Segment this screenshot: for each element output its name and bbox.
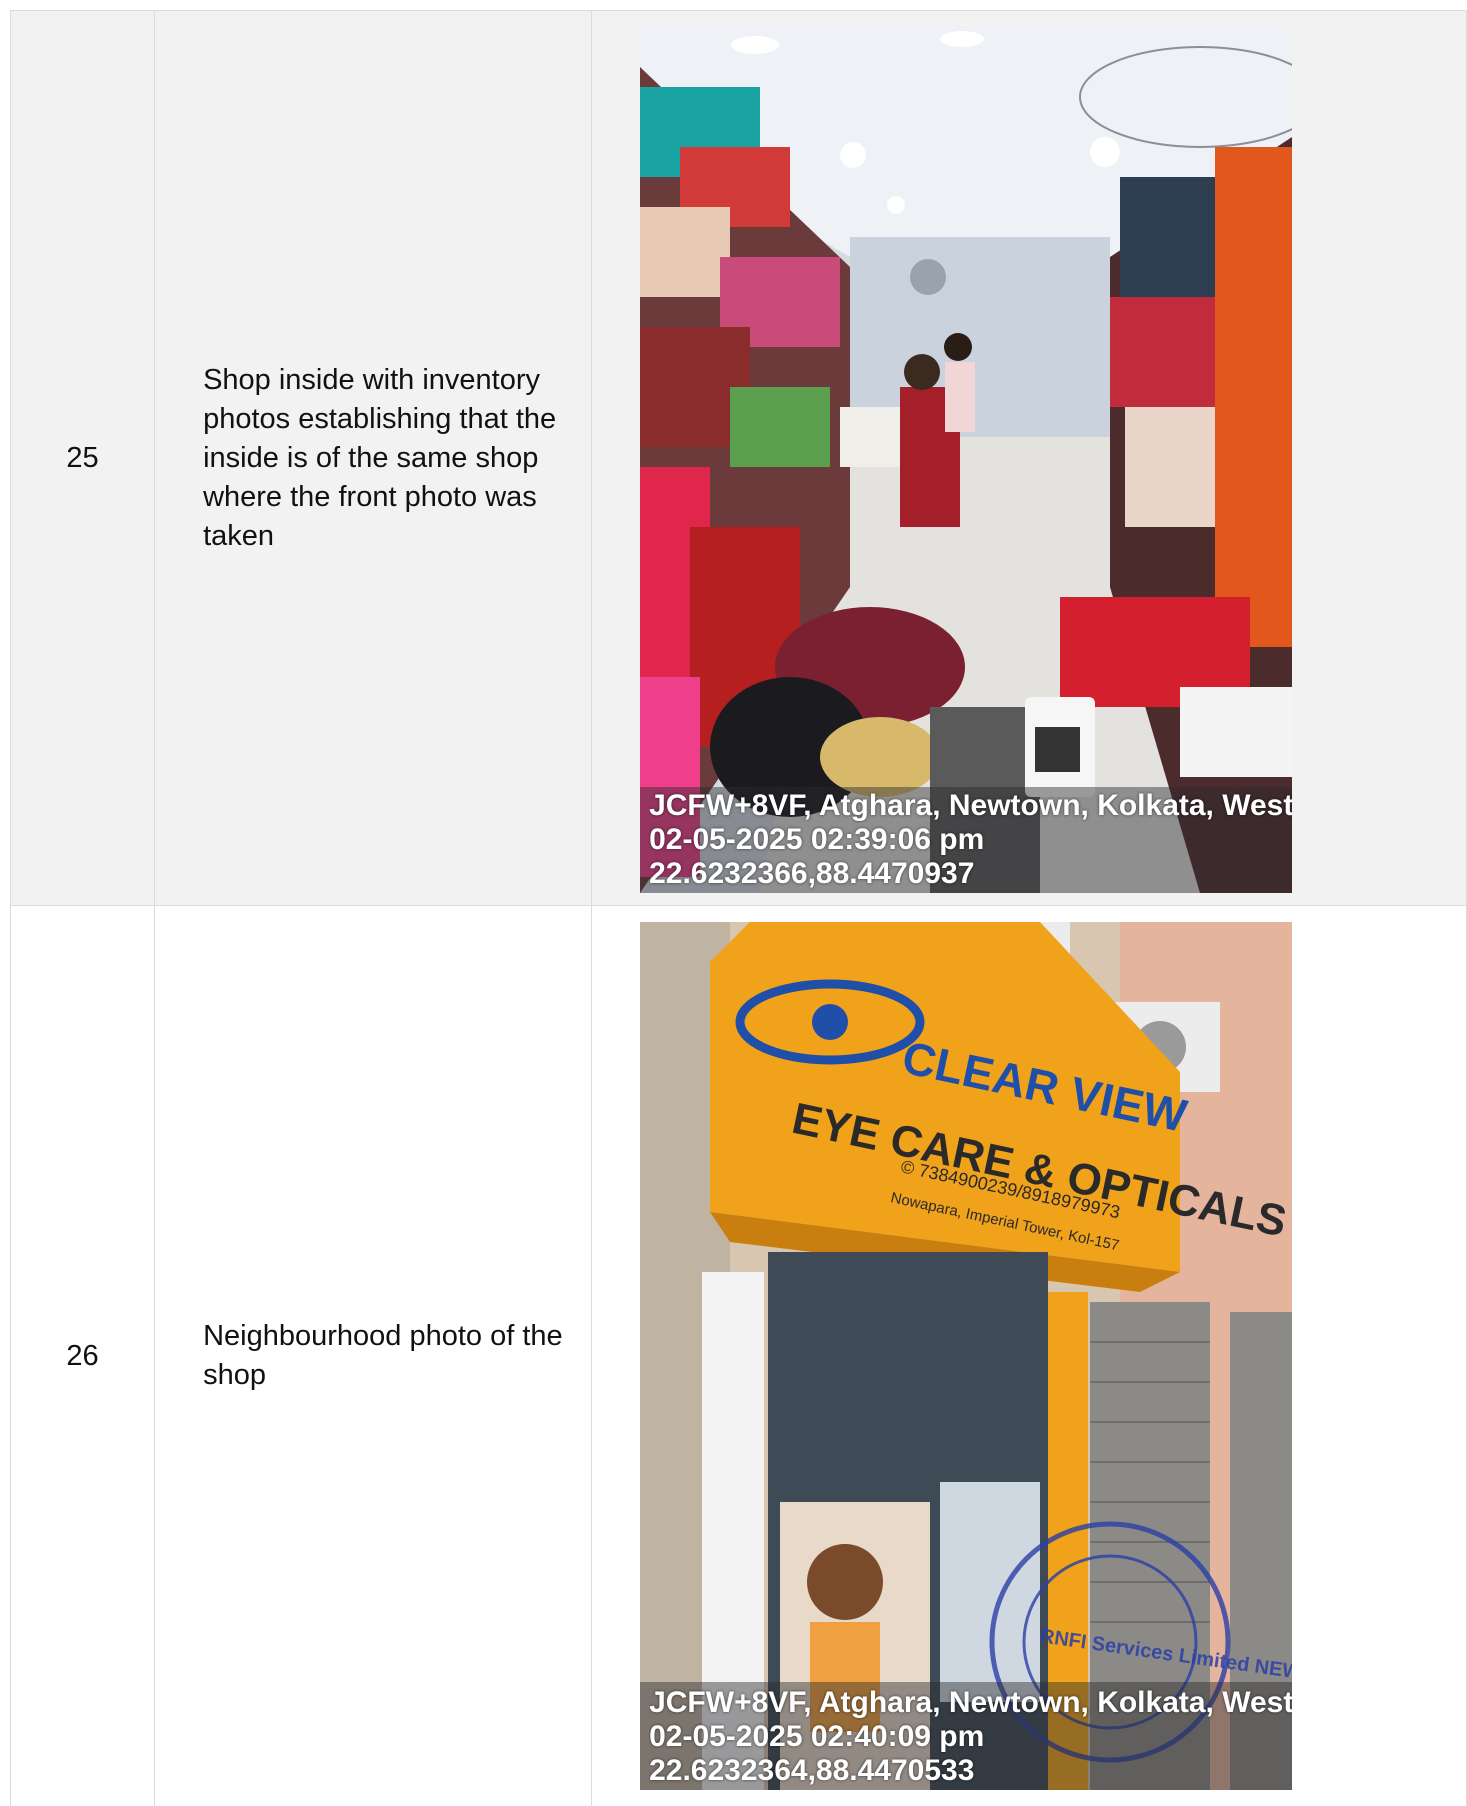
- table-row: 25 Shop inside with inventory photos est…: [11, 11, 1467, 906]
- photo-cell: CLEAR VIEW EYE CARE & OPTICALS © 7384900…: [592, 906, 1467, 1806]
- geotag-coordinates: 22.6232364,88.4470533: [649, 1754, 1292, 1788]
- row-description: Neighbourhood photo of the shop: [155, 906, 592, 1806]
- shop-front-illustration: CLEAR VIEW EYE CARE & OPTICALS © 7384900…: [640, 922, 1292, 1790]
- geotag-address: JCFW+8VF, Atghara, Newtown, Kolkata, Wes…: [649, 789, 1292, 823]
- geotag-watermark: JCFW+8VF, Atghara, Newtown, Kolkata, Wes…: [649, 1686, 1292, 1788]
- shop-front-photo: CLEAR VIEW EYE CARE & OPTICALS © 7384900…: [640, 922, 1292, 1790]
- geotag-coordinates: 22.6232366,88.4470937: [649, 857, 1292, 891]
- geotag-watermark: JCFW+8VF, Atghara, Newtown, Kolkata, Wes…: [649, 789, 1292, 891]
- geotag-timestamp: 02-05-2025 02:39:06 pm: [649, 823, 1292, 857]
- geotag-address: JCFW+8VF, Atghara, Newtown, Kolkata, Wes…: [649, 1686, 1292, 1720]
- row-number: 25: [11, 11, 155, 906]
- shop-interior-photo: JCFW+8VF, Atghara, Newtown, Kolkata, Wes…: [640, 27, 1292, 893]
- photo-cell: JCFW+8VF, Atghara, Newtown, Kolkata, Wes…: [592, 11, 1467, 906]
- row-description: Shop inside with inventory photos establ…: [155, 11, 592, 906]
- shop-interior-illustration: [640, 27, 1292, 893]
- row-number: 26: [11, 906, 155, 1806]
- table-row: 26 Neighbourhood photo of the shop: [11, 906, 1467, 1806]
- photo-evidence-table: 25 Shop inside with inventory photos est…: [10, 10, 1467, 1806]
- report-page: 25 Shop inside with inventory photos est…: [0, 0, 1467, 1795]
- geotag-timestamp: 02-05-2025 02:40:09 pm: [649, 1720, 1292, 1754]
